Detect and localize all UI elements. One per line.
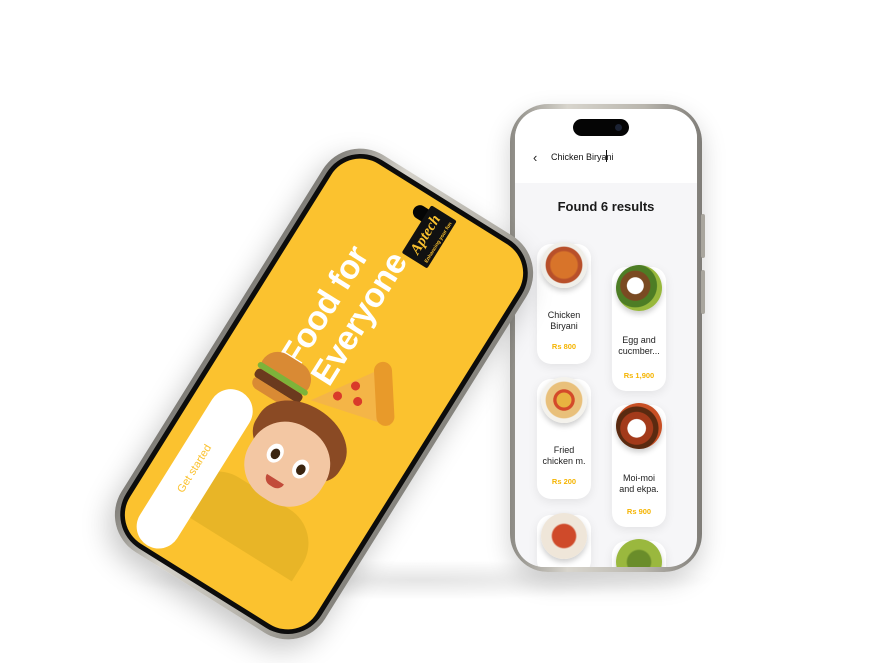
food-image-moi-moi [616, 403, 662, 449]
search-results-phone: ‹ Found 6 results Chicken Biryani Rs 800… [510, 104, 705, 572]
search-screen: ‹ Found 6 results Chicken Biryani Rs 800… [515, 109, 697, 567]
result-name: Fried chicken m. [537, 445, 591, 467]
found-prefix: Found [557, 199, 598, 214]
result-price: Rs 1,900 [623, 371, 655, 380]
result-card[interactable]: Moi-moi and ekpa. Rs 900 [612, 403, 666, 527]
result-name-line: chicken m. [542, 456, 586, 466]
result-price: Rs 200 [551, 477, 577, 486]
result-name-line: and ekpa. [619, 484, 659, 494]
text-caret [606, 150, 607, 162]
splash-headline: Food for Everyone [273, 150, 462, 392]
food-image-egg [616, 265, 662, 311]
result-card[interactable]: Egg and cucmber... Rs 1,900 [612, 265, 666, 391]
dynamic-island [573, 119, 629, 136]
result-name-line: Biryani [550, 321, 578, 331]
result-card[interactable]: Chicken Biryani Rs 800 [537, 242, 591, 364]
result-name: Egg and cucmber... [612, 335, 666, 357]
result-card[interactable] [537, 513, 591, 567]
result-card[interactable] [612, 539, 666, 567]
food-image [541, 513, 587, 559]
phone-side-button [701, 270, 705, 314]
results-count-heading: Found 6 results [515, 199, 697, 214]
result-name-line: cucmber... [618, 346, 660, 356]
result-name-line: Chicken [547, 310, 581, 320]
result-name: Moi-moi and ekpa. [612, 473, 666, 495]
result-name-line: Moi-moi [622, 473, 655, 483]
food-image-biryani [541, 242, 587, 288]
chevron-left-icon[interactable]: ‹ [533, 151, 537, 164]
result-name: Chicken Biryani [537, 310, 591, 332]
search-input[interactable] [551, 149, 671, 165]
result-name-line: Fried [553, 445, 575, 455]
result-card[interactable]: Fried chicken m. Rs 200 [537, 377, 591, 499]
result-price: Rs 800 [551, 342, 577, 351]
pizza-crust-illustration [373, 361, 395, 427]
result-price: Rs 900 [626, 507, 652, 516]
food-image [616, 539, 662, 567]
found-count: 6 results [600, 199, 655, 214]
camera-icon [615, 124, 622, 131]
phone-side-button [701, 214, 705, 258]
food-image-fried-chicken [541, 377, 587, 423]
result-name-line: Egg and [622, 335, 656, 345]
